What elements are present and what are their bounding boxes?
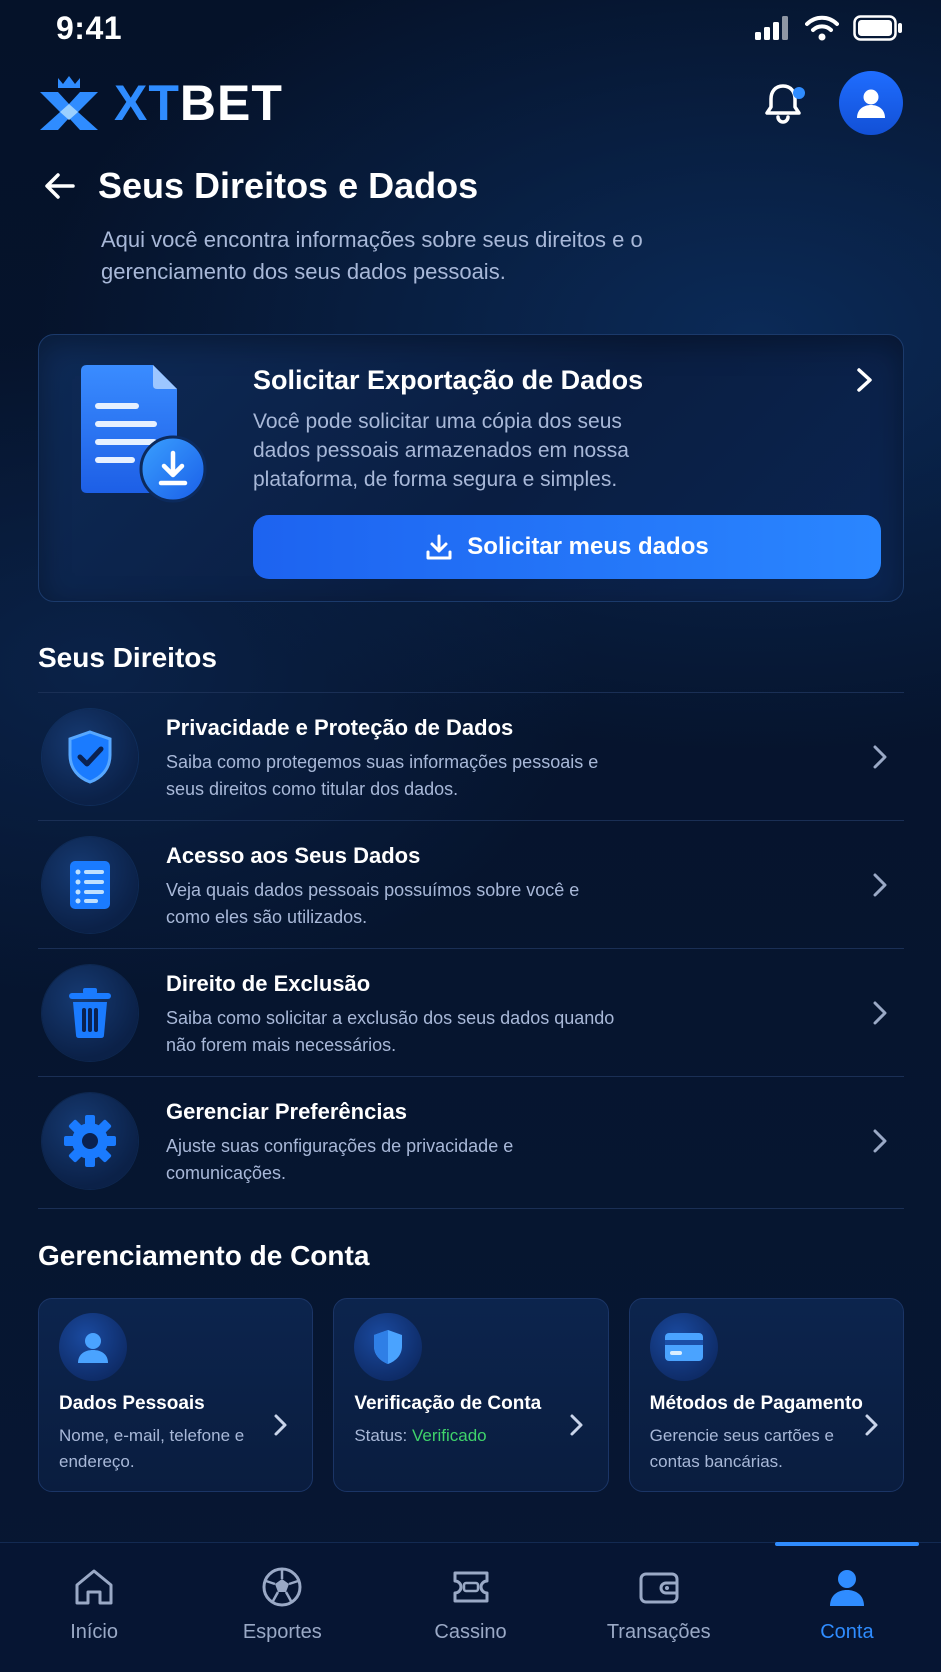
trash-icon — [69, 988, 111, 1038]
user-icon — [829, 1570, 864, 1606]
signal-icon — [755, 16, 788, 40]
account-card-title: Dados Pessoais — [59, 1393, 205, 1414]
notifications-button[interactable] — [761, 81, 805, 125]
rights-section-title: Seus Direitos — [38, 642, 217, 673]
home-icon — [75, 1569, 113, 1605]
brand-xt: XT — [114, 75, 180, 131]
rights-item-description: Saiba como protegemos suas informações p… — [166, 752, 599, 799]
account-card-icon-wrap — [59, 1313, 127, 1381]
nav-item-transactions[interactable]: Transações — [565, 1543, 753, 1672]
chevron-right-icon — [865, 1414, 878, 1436]
account-card-description: Nome, e-mail, telefone e endereço. — [59, 1426, 245, 1471]
list-document-icon — [70, 861, 110, 909]
chevron-right-icon — [873, 873, 887, 897]
status-label: Status: — [354, 1426, 412, 1445]
rights-item-icon-wrap — [42, 1093, 138, 1189]
bottom-navigation: Início Esportes Cassino Transações Conta — [0, 1542, 941, 1672]
ticket-icon — [453, 1571, 488, 1603]
notification-dot — [793, 87, 805, 99]
shield-icon — [374, 1330, 403, 1364]
account-section-title: Gerenciamento de Conta — [38, 1240, 370, 1271]
header-actions — [761, 71, 903, 135]
user-icon — [857, 89, 885, 118]
brand-name: XTBET — [114, 78, 283, 128]
request-my-data-label: Solicitar meus dados — [467, 533, 709, 560]
export-card-title: Solicitar Exportação de Dados — [253, 365, 644, 395]
nav-item-casino[interactable]: Cassino — [376, 1543, 564, 1672]
nav-item-account[interactable]: Conta — [753, 1542, 941, 1672]
rights-item-deletion[interactable]: Direito de Exclusão Saiba como solicitar… — [38, 949, 904, 1077]
rights-item-preferences[interactable]: Gerenciar Preferências Ajuste suas confi… — [38, 1077, 904, 1209]
user-icon — [78, 1333, 108, 1363]
status-time: 9:41 — [56, 9, 123, 46]
chevron-right-icon — [570, 1414, 583, 1436]
account-card-personal-data[interactable]: Dados Pessoais Nome, e-mail, telefone e … — [38, 1298, 314, 1492]
rights-item-icon-wrap — [42, 837, 138, 933]
status-icons — [755, 15, 903, 41]
nav-label: Início — [70, 1621, 118, 1643]
wifi-icon — [805, 15, 839, 41]
account-card-title: Métodos de Pagamento — [649, 1393, 863, 1414]
rights-item-icon-wrap — [42, 965, 138, 1061]
nav-item-home[interactable]: Início — [0, 1543, 188, 1672]
rights-item-data-access[interactable]: Acesso aos Seus Dados Veja quais dados p… — [38, 821, 904, 949]
chevron-right-icon — [873, 1001, 887, 1025]
card-icon — [664, 1333, 703, 1361]
brand-bet: BET — [179, 75, 283, 131]
account-card-icon-wrap — [354, 1313, 423, 1381]
rights-list: Privacidade e Proteção de Dados Saiba co… — [38, 692, 904, 1209]
app-header: XTBET — [38, 70, 903, 136]
chevron-right-icon — [274, 1414, 287, 1436]
status-verified-badge: Verificado — [411, 1426, 487, 1445]
rights-item-title: Privacidade e Proteção de Dados — [166, 715, 514, 740]
nav-item-sports[interactable]: Esportes — [188, 1543, 376, 1672]
brand-logo[interactable]: XTBET — [38, 74, 283, 132]
account-card-status: Status: Verificado — [354, 1423, 554, 1449]
download-icon — [426, 534, 452, 560]
nav-label: Cassino — [434, 1621, 507, 1643]
rights-item-title: Acesso aos Seus Dados — [166, 843, 421, 868]
rights-and-data-screen: 9:41 XTBET Seus Direitos e Dados Aqui vo… — [0, 0, 941, 1672]
rights-item-description: Veja quais dados pessoais possuímos sobr… — [166, 880, 580, 927]
gear-icon — [64, 1115, 116, 1167]
account-card-title: Verificação de Conta — [354, 1393, 542, 1414]
arrow-left-icon — [45, 173, 75, 199]
battery-icon — [853, 15, 902, 41]
profile-avatar-button[interactable] — [839, 71, 903, 135]
data-export-card[interactable]: Solicitar Exportação de Dados Você pode … — [38, 334, 904, 602]
nav-label: Esportes — [242, 1621, 322, 1643]
rights-item-description: Saiba como solicitar a exclusão dos seus… — [166, 1008, 615, 1055]
export-card-description: Você pode solicitar uma cópia dos seus d… — [253, 410, 629, 491]
chevron-right-icon — [873, 745, 887, 769]
account-card-payment-methods[interactable]: Métodos de Pagamento Gerencie seus cartõ… — [628, 1298, 904, 1492]
account-cards: Dados Pessoais Nome, e-mail, telefone e … — [38, 1298, 904, 1492]
chevron-right-icon — [857, 368, 872, 392]
shield-check-icon — [68, 730, 112, 784]
account-card-description: Gerencie seus cartões e contas bancárias… — [649, 1426, 834, 1471]
account-card-icon-wrap — [649, 1313, 718, 1381]
rights-item-privacy[interactable]: Privacidade e Proteção de Dados Saiba co… — [38, 693, 904, 821]
account-card-verification[interactable]: Verificação de Conta Status: Verificado — [333, 1298, 609, 1492]
nav-label: Transações — [606, 1621, 711, 1643]
rights-item-title: Gerenciar Preferências — [166, 1099, 407, 1124]
rights-item-description: Ajuste suas configurações de privacidade… — [166, 1136, 514, 1183]
page-subtitle: Aqui você encontra informações sobre seu… — [101, 227, 643, 284]
back-button[interactable] — [38, 164, 82, 208]
page-title-row: Seus Direitos e Dados — [38, 164, 903, 208]
logo-mark-icon — [40, 76, 98, 130]
rights-item-icon-wrap — [42, 709, 138, 805]
document-download-icon — [81, 365, 207, 503]
page-title: Seus Direitos e Dados — [98, 165, 479, 206]
wallet-icon — [639, 1572, 679, 1604]
request-my-data-button[interactable]: Solicitar meus dados — [253, 515, 881, 579]
rights-item-title: Direito de Exclusão — [166, 971, 371, 996]
ball-icon — [262, 1567, 302, 1607]
status-bar: 9:41 — [0, 0, 941, 56]
chevron-right-icon — [873, 1129, 887, 1153]
nav-label: Conta — [820, 1621, 874, 1643]
